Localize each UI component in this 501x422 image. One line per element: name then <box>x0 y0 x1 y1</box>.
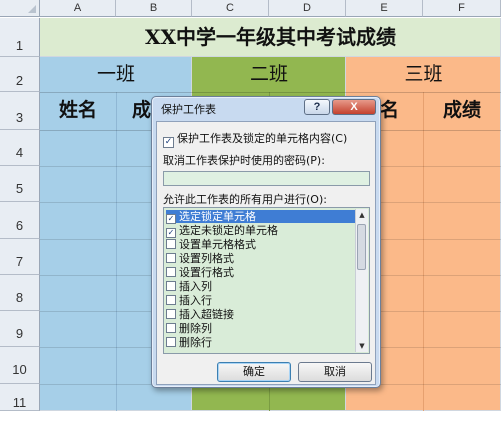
row-header-6[interactable]: 6 <box>0 202 40 239</box>
cancel-button[interactable]: 取消 <box>298 362 372 382</box>
permission-label: 插入行 <box>179 294 212 307</box>
close-button[interactable]: X <box>332 99 376 115</box>
name-header: 姓名 <box>58 99 97 121</box>
permission-checkbox[interactable] <box>166 267 176 277</box>
column-header-a[interactable]: A <box>40 0 116 17</box>
permissions-list[interactable]: ✓ 选定锁定单元格 ✓ 选定未锁定的单元格 设置单元格格式 设置列格式 设置行格式 … <box>163 207 370 354</box>
permission-checkbox[interactable] <box>166 323 176 333</box>
dialog-body: ✓ 保护工作表及锁定的单元格内容(C) 取消工作表保护时使用的密码(P): 允许此… <box>156 121 376 385</box>
class1-label: 一班 <box>96 63 135 85</box>
permission-checkbox[interactable]: ✓ <box>166 228 176 238</box>
permission-label: 选定锁定单元格 <box>179 210 256 223</box>
dialog-title: 保护工作表 <box>161 104 216 116</box>
column-header-c[interactable]: C <box>192 0 269 17</box>
dialog-titlebar[interactable]: 保护工作表 ? X <box>152 97 380 119</box>
permission-item-select-unlocked[interactable]: ✓ 选定未锁定的单元格 <box>166 224 356 238</box>
row-header-10[interactable]: 10 <box>0 347 40 384</box>
allow-label: 允许此工作表的所有用户进行(O): <box>163 193 327 206</box>
column-header-b[interactable]: B <box>116 0 192 17</box>
permission-item-format-cells[interactable]: 设置单元格格式 <box>166 238 356 251</box>
permission-item-select-locked[interactable]: ✓ 选定锁定单元格 <box>166 210 356 224</box>
ok-button[interactable]: 确定 <box>217 362 291 382</box>
select-all-corner[interactable] <box>0 0 40 17</box>
sheet-title: XX中学一年级其中考试成绩 <box>144 25 397 49</box>
row-header-3[interactable]: 3 <box>0 92 40 130</box>
column-header-d[interactable]: D <box>269 0 346 17</box>
permission-checkbox[interactable] <box>166 309 176 319</box>
column-header-f[interactable]: F <box>423 0 501 17</box>
permission-label: 插入列 <box>179 280 212 293</box>
class2-label: 二班 <box>249 63 288 85</box>
permission-checkbox[interactable] <box>166 253 176 263</box>
row-header-2[interactable]: 2 <box>0 57 40 92</box>
permission-checkbox[interactable] <box>166 295 176 305</box>
grid-line <box>116 92 117 411</box>
permission-label: 设置行格式 <box>179 266 234 279</box>
permission-checkbox[interactable]: ✓ <box>166 214 176 224</box>
permission-label: 删除行 <box>179 336 212 349</box>
permission-label: 设置列格式 <box>179 252 234 265</box>
permission-item-delete-rows[interactable]: 删除行 <box>166 336 356 349</box>
password-label: 取消工作表保护时使用的密码(P): <box>163 154 325 167</box>
help-button[interactable]: ? <box>304 99 330 115</box>
permission-checkbox[interactable] <box>166 239 176 249</box>
permissions-scrollbar[interactable]: ▲ ▼ <box>355 209 368 352</box>
permission-checkbox[interactable] <box>166 281 176 291</box>
row-header-8[interactable]: 8 <box>0 275 40 311</box>
protect-sheet-dialog: 保护工作表 ? X ✓ 保护工作表及锁定的单元格内容(C) 取消工作表保护时使用的… <box>151 96 381 388</box>
class3-label: 三班 <box>404 63 443 85</box>
permission-item-format-rows[interactable]: 设置行格式 <box>166 266 356 279</box>
grid-line <box>423 92 424 411</box>
scroll-up-icon[interactable]: ▲ <box>356 209 368 221</box>
permission-label: 删除列 <box>179 322 212 335</box>
row-header-1[interactable]: 1 <box>0 18 40 57</box>
permission-item-delete-columns[interactable]: 删除列 <box>166 322 356 335</box>
protect-checkbox-label: 保护工作表及锁定的单元格内容(C) <box>177 132 348 145</box>
row-header-9[interactable]: 9 <box>0 311 40 347</box>
scroll-thumb[interactable] <box>357 224 366 270</box>
row-header-5[interactable]: 5 <box>0 166 40 202</box>
row-header-4[interactable]: 4 <box>0 130 40 166</box>
column-header-e[interactable]: E <box>346 0 423 17</box>
protect-checkbox-row[interactable]: ✓ 保护工作表及锁定的单元格内容(C) <box>163 130 348 148</box>
permission-checkbox[interactable] <box>166 337 176 347</box>
row-header-11[interactable]: 11 <box>0 384 40 411</box>
permission-item-insert-rows[interactable]: 插入行 <box>166 294 356 307</box>
permission-label: 选定未锁定的单元格 <box>179 224 278 237</box>
scroll-down-icon[interactable]: ▼ <box>356 340 368 352</box>
permission-item-format-columns[interactable]: 设置列格式 <box>166 252 356 265</box>
permission-item-insert-hyperlinks[interactable]: 插入超链接 <box>166 308 356 321</box>
password-input[interactable] <box>163 171 370 186</box>
protect-checkbox[interactable]: ✓ <box>163 137 174 148</box>
permission-label: 设置单元格格式 <box>179 238 256 251</box>
row-header-7[interactable]: 7 <box>0 239 40 275</box>
score-header: 成绩 <box>442 99 481 121</box>
permission-label: 插入超链接 <box>179 308 234 321</box>
permission-item-insert-columns[interactable]: 插入列 <box>166 280 356 293</box>
